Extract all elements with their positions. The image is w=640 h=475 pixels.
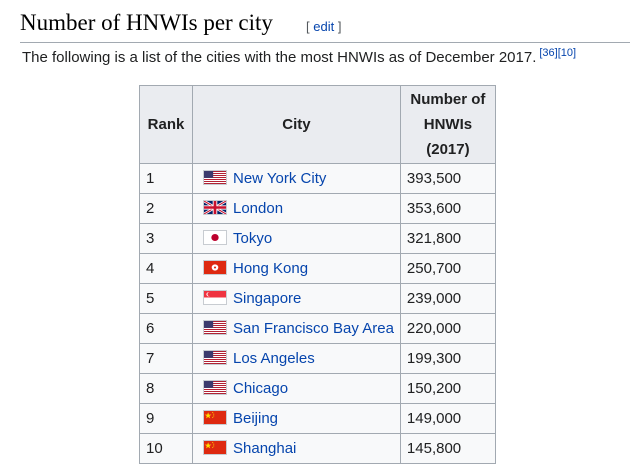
china-flag-icon [203,410,227,425]
table-header-row: Rank City Number of HNWIs (2017) [139,85,496,164]
table-row: 5 Singapore 239,000 [139,283,496,314]
city-cell: London [192,193,401,224]
section-title: Number of HNWIs per city [20,10,273,35]
hnwi-count-cell: 150,200 [399,373,496,404]
edit-section: [ edit ] [306,19,342,34]
table-row: 7 Los Angeles 199,300 [139,343,496,374]
city-cell: Hong Kong [192,253,401,284]
usa-flag-icon [203,350,227,365]
city-link[interactable]: San Francisco Bay Area [233,320,394,337]
city-cell: New York City [192,163,401,194]
city-link[interactable]: Chicago [233,380,288,397]
city-cell: Shanghai [192,433,401,464]
intro-text: The following is a list of the cities wi… [22,49,537,66]
china-flag-icon [203,440,227,455]
rank-cell: 7 [139,343,193,374]
city-cell: Singapore [192,283,401,314]
hnwi-count-cell: 145,800 [399,433,496,464]
rank-cell: 2 [139,193,193,224]
table-row: 6 San Francisco Bay Area 220,000 [139,313,496,344]
rank-cell: 5 [139,283,193,314]
rank-cell: 9 [139,403,193,434]
hnwi-count-cell: 321,800 [399,223,496,254]
table-row: 2 London 353,600 [139,193,496,224]
rank-cell: 1 [139,163,193,194]
reference-links[interactable]: [36][10] [539,47,576,59]
table-row: 8 Chicago 150,200 [139,373,496,404]
hnwi-count-cell: 220,000 [399,313,496,344]
rank-cell: 6 [139,313,193,344]
singapore-flag-icon [203,290,227,305]
city-link[interactable]: Beijing [233,410,278,427]
rank-cell: 4 [139,253,193,284]
city-cell: Tokyo [192,223,401,254]
rank-column-header[interactable]: Rank [139,85,193,164]
intro-paragraph: The following is a list of the cities wi… [22,47,632,66]
rank-cell: 10 [139,433,193,464]
rank-cell: 8 [139,373,193,404]
table-row: 3 Tokyo 321,800 [139,223,496,254]
city-link[interactable]: Los Angeles [233,350,315,367]
city-cell: Beijing [192,403,401,434]
city-column-header[interactable]: City [192,85,401,164]
table-row: 4 Hong Kong 250,700 [139,253,496,284]
city-cell: San Francisco Bay Area [192,313,401,344]
city-link[interactable]: Singapore [233,290,301,307]
hnwi-count-column-header[interactable]: Number of HNWIs (2017) [399,85,496,164]
edit-link[interactable]: edit [313,19,334,34]
hnwi-count-cell: 353,600 [399,193,496,224]
city-link[interactable]: Hong Kong [233,260,308,277]
usa-flag-icon [203,170,227,185]
city-link[interactable]: Tokyo [233,230,272,247]
city-cell: Los Angeles [192,343,401,374]
table-row: 9 Beijing 149,000 [139,403,496,434]
hnwi-count-cell: 393,500 [399,163,496,194]
city-link[interactable]: Shanghai [233,440,296,457]
hnwi-count-cell: 239,000 [399,283,496,314]
table-row: 10 Shanghai 145,800 [139,433,496,464]
usa-flag-icon [203,380,227,395]
city-link[interactable]: New York City [233,170,326,187]
usa-flag-icon [203,320,227,335]
hnwi-cities-table: Rank City Number of HNWIs (2017) 1 New York… [139,85,496,464]
city-link[interactable]: London [233,200,283,217]
rank-cell: 3 [139,223,193,254]
city-cell: Chicago [192,373,401,404]
hnwi-count-cell: 149,000 [399,403,496,434]
table-row: 1 New York City 393,500 [139,163,496,194]
uk-flag-icon [203,200,227,215]
section-heading-row: Number of HNWIs per city [ edit ] [20,6,630,43]
hnwi-count-cell: 250,700 [399,253,496,284]
hnwi-count-cell: 199,300 [399,343,496,374]
hong-kong-flag-icon [203,260,227,275]
japan-flag-icon [203,230,227,245]
